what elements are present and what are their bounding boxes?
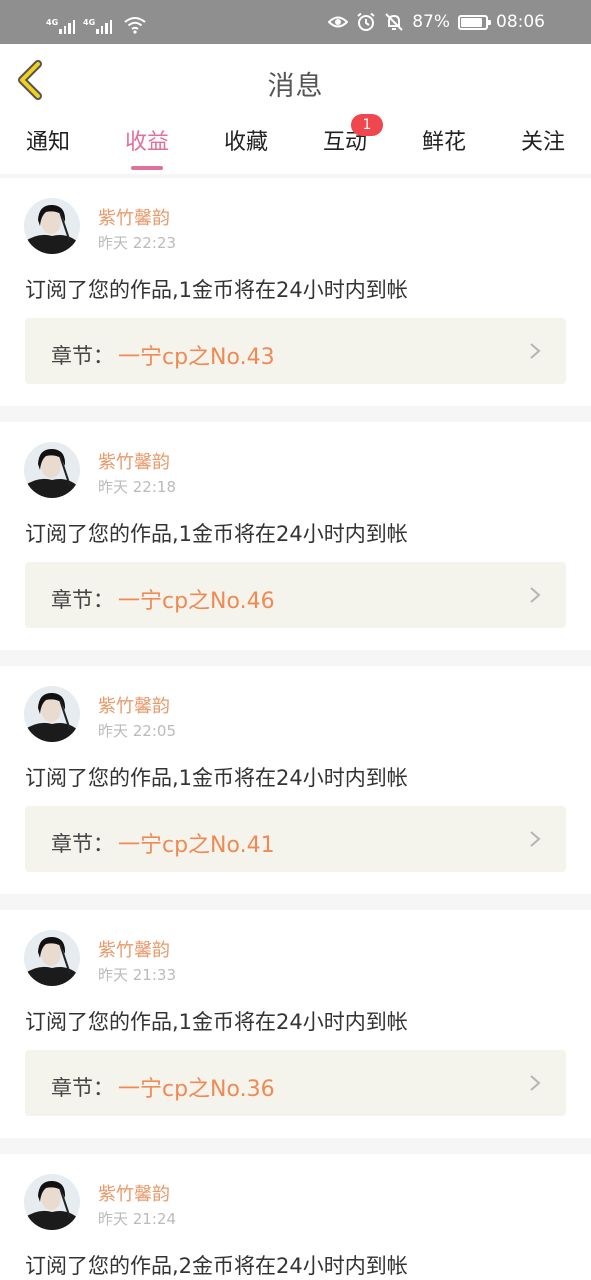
card-separator [0, 406, 591, 422]
tab-label: 关注 [520, 130, 565, 155]
tab-earnings[interactable]: 收益 [107, 124, 187, 170]
tab-label: 收藏 [223, 130, 268, 155]
chapter-label: 章节： [51, 1076, 114, 1100]
tab-label: 鲜花 [421, 130, 466, 155]
chapter-name: 一宁cp之No.41 [118, 833, 275, 858]
page-title: 消息 [267, 71, 324, 102]
message-card: 紫竹馨韵 昨天 22:18 订阅了您的作品,1金币将在24小时内到帐 章节： 一… [0, 422, 591, 650]
chapter-label: 章节： [51, 588, 114, 612]
message-card: 紫竹馨韵 昨天 21:24 订阅了您的作品,2金币将在24小时内到帐 [0, 1154, 591, 1280]
status-left: 4G 4G [46, 10, 146, 34]
timestamp: 昨天 21:24 [98, 1210, 176, 1228]
username[interactable]: 紫竹馨韵 [98, 448, 170, 474]
eye-icon [328, 16, 349, 28]
tab-favorites[interactable]: 收藏 [206, 124, 286, 170]
username[interactable]: 紫竹馨韵 [98, 1180, 170, 1206]
chapter-name: 一宁cp之No.46 [118, 589, 275, 614]
card-separator [0, 1138, 591, 1154]
message-card: 紫竹馨韵 昨天 21:33 订阅了您的作品,1金币将在24小时内到帐 章节： 一… [0, 910, 591, 1138]
avatar[interactable] [24, 198, 80, 254]
avatar[interactable] [24, 1174, 80, 1230]
wifi-icon [124, 17, 146, 34]
tab-notifications[interactable]: 通知 [8, 124, 88, 170]
avatar[interactable] [24, 930, 80, 986]
chapter-name: 一宁cp之No.43 [118, 345, 275, 370]
signal-icon: 4G [46, 18, 75, 34]
status-right: 87% 08:06 [328, 10, 545, 34]
timestamp: 昨天 22:23 [98, 234, 176, 252]
tab-interactions[interactable]: 互动 1 [305, 114, 385, 170]
chevron-right-icon [530, 587, 541, 603]
active-tab-indicator [131, 166, 163, 170]
chapter-label: 章节： [51, 832, 114, 856]
avatar[interactable] [24, 686, 80, 742]
message-card: 紫竹馨韵 昨天 22:05 订阅了您的作品,1金币将在24小时内到帐 章节： 一… [0, 666, 591, 894]
chapter-link[interactable]: 章节： 一宁cp之No.46 [25, 562, 566, 628]
message-text: 订阅了您的作品,1金币将在24小时内到帐 [25, 1010, 408, 1034]
tab-label: 通知 [25, 130, 70, 155]
chevron-right-icon [530, 831, 541, 847]
message-text: 订阅了您的作品,1金币将在24小时内到帐 [25, 766, 408, 790]
signal-icon: 4G [83, 18, 112, 34]
message-text: 订阅了您的作品,1金币将在24小时内到帐 [25, 522, 408, 546]
alarm-icon [357, 12, 375, 31]
username[interactable]: 紫竹馨韵 [98, 692, 170, 718]
unread-badge: 1 [351, 114, 383, 136]
chevron-right-icon [530, 1075, 541, 1091]
battery-icon [458, 14, 491, 30]
clock: 08:06 [496, 12, 545, 32]
tab-follows[interactable]: 关注 [503, 124, 583, 170]
chevron-right-icon [530, 343, 541, 359]
chapter-link[interactable]: 章节： 一宁cp之No.36 [25, 1050, 566, 1116]
message-text: 订阅了您的作品,1金币将在24小时内到帐 [25, 278, 408, 302]
nav-header: 消息 [0, 44, 591, 118]
chapter-link[interactable]: 章节： 一宁cp之No.41 [25, 806, 566, 872]
network-type: 4G [46, 18, 59, 27]
timestamp: 昨天 22:18 [98, 478, 176, 496]
tab-bar: 通知 收益 收藏 互动 1 鲜花 关注 [0, 114, 591, 174]
tab-flowers[interactable]: 鲜花 [404, 124, 484, 170]
network-type: 4G [83, 18, 96, 27]
username[interactable]: 紫竹馨韵 [98, 936, 170, 962]
timestamp: 昨天 21:33 [98, 966, 176, 984]
card-separator [0, 894, 591, 910]
avatar[interactable] [24, 442, 80, 498]
chapter-name: 一宁cp之No.36 [118, 1077, 275, 1102]
status-bar: 4G 4G 87% 08:06 [0, 0, 591, 44]
chapter-label: 章节： [51, 344, 114, 368]
username[interactable]: 紫竹馨韵 [98, 204, 170, 230]
battery-fill [461, 17, 482, 27]
message-card: 紫竹馨韵 昨天 22:23 订阅了您的作品,1金币将在24小时内到帐 章节： 一… [0, 178, 591, 406]
card-separator [0, 650, 591, 666]
mute-bell-icon [385, 13, 403, 31]
chapter-link[interactable]: 章节： 一宁cp之No.43 [25, 318, 566, 384]
tab-label: 收益 [124, 130, 169, 155]
battery-percent: 87% [412, 12, 450, 32]
message-text: 订阅了您的作品,2金币将在24小时内到帐 [25, 1254, 408, 1278]
timestamp: 昨天 22:05 [98, 722, 176, 740]
